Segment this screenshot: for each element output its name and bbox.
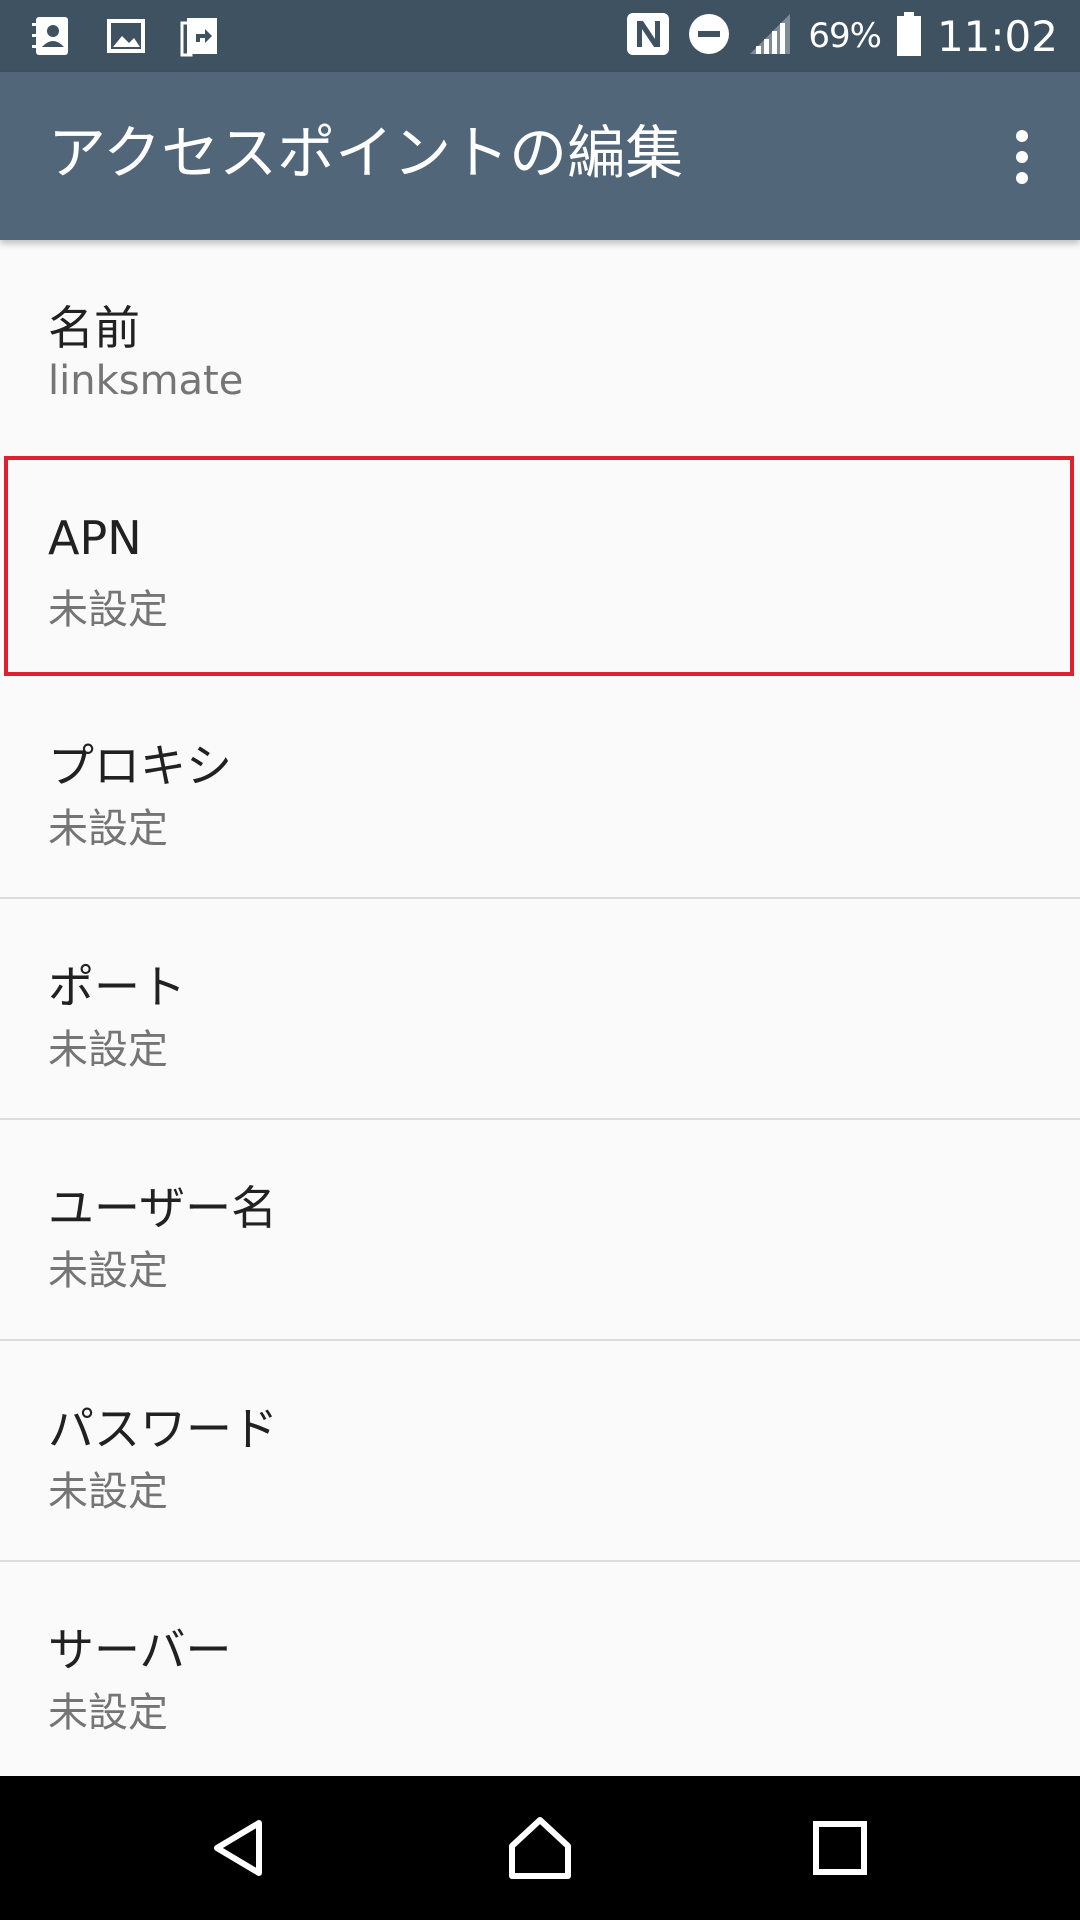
battery-icon — [895, 10, 923, 62]
apn-settings-list: 名前 linksmate APN 未設定 プロキシ 未設定 ポート 未設定 ユー… — [0, 240, 1080, 1781]
pref-item-port[interactable]: ポート 未設定 — [0, 899, 1080, 1120]
pref-item-server[interactable]: サーバー 未設定 — [0, 1562, 1080, 1781]
transfer-icon — [178, 14, 222, 62]
pref-title: 名前 — [48, 301, 140, 355]
pref-summary: 未設定 — [48, 806, 168, 852]
more-vert-icon[interactable] — [994, 122, 1050, 192]
pref-item-password[interactable]: パスワード 未設定 — [0, 1341, 1080, 1562]
pref-item-proxy[interactable]: プロキシ 未設定 — [0, 678, 1080, 899]
pref-summary: 未設定 — [48, 1469, 168, 1515]
pref-item-apn[interactable]: APN 未設定 — [0, 459, 1080, 678]
pref-summary: linksmate — [48, 358, 244, 404]
system-status: 69% 11:02 — [624, 0, 1058, 72]
pref-title: パスワード — [48, 1402, 278, 1456]
pref-item-name[interactable]: 名前 linksmate — [0, 240, 1080, 459]
notification-icons — [30, 14, 222, 62]
back-icon[interactable] — [190, 1798, 290, 1898]
pref-summary: 未設定 — [48, 1248, 168, 1294]
gallery-icon — [104, 14, 148, 62]
pref-summary: 未設定 — [48, 1027, 168, 1073]
pref-title: ポート — [48, 960, 186, 1014]
pref-title: サーバー — [48, 1623, 232, 1677]
nfc-icon — [624, 10, 672, 62]
navigation-bar — [0, 1776, 1080, 1920]
pref-summary: 未設定 — [48, 1690, 168, 1736]
pref-summary: 未設定 — [48, 587, 168, 633]
pref-title: ユーザー名 — [48, 1181, 278, 1235]
recents-icon[interactable] — [790, 1798, 890, 1898]
battery-percent: 69% — [808, 16, 882, 56]
status-bar: 69% 11:02 — [0, 0, 1080, 72]
contacts-icon — [30, 14, 74, 62]
do-not-disturb-icon — [686, 11, 732, 61]
clock: 11:02 — [936, 11, 1058, 61]
pref-item-username[interactable]: ユーザー名 未設定 — [0, 1120, 1080, 1341]
pref-title: APN — [48, 511, 142, 565]
home-icon[interactable] — [490, 1798, 590, 1898]
pref-title: プロキシ — [48, 739, 232, 793]
page-title: アクセスポイントの編集 — [48, 119, 684, 187]
app-bar: アクセスポイントの編集 — [0, 72, 1080, 240]
signal-icon — [746, 10, 794, 62]
